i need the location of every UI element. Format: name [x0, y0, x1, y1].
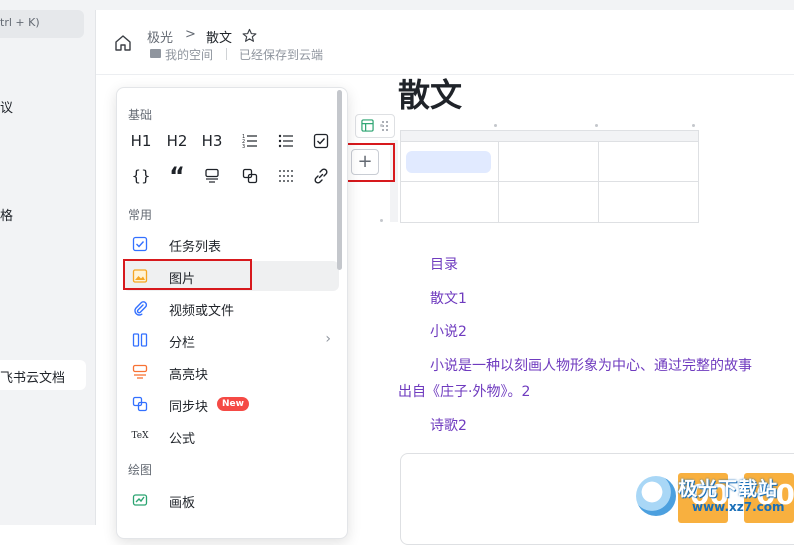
table-toolbar[interactable]	[355, 114, 395, 138]
menu-item-label: 分栏	[169, 336, 196, 351]
table-icon[interactable]	[361, 119, 374, 132]
paragraph-line[interactable]: 出自《庄子·外物》。2	[398, 381, 530, 401]
menu-item-sync-block[interactable]: 同步块 New	[123, 389, 339, 419]
bullet-list-icon[interactable]	[271, 129, 301, 153]
sync-icon[interactable]	[235, 164, 265, 188]
menu-item-columns[interactable]: 分栏 ›	[123, 325, 339, 355]
menu-section-draw: 绘图	[128, 463, 153, 477]
menu-section-common: 常用	[128, 208, 153, 222]
menu-item-label: 同步块	[169, 400, 209, 415]
highlight-block-icon	[131, 363, 149, 381]
folder-icon	[150, 49, 161, 58]
breadcrumb-root[interactable]: 极光	[147, 27, 173, 46]
resize-dot	[380, 124, 383, 127]
insert-block-menu: 基础 H1 H2 H3 123 {} “ 常用 任务列表 图片 视频或文件 分栏…	[116, 87, 348, 539]
menu-item-highlight-block[interactable]: 高亮块	[123, 357, 339, 387]
code-block-icon[interactable]: {}	[126, 164, 156, 188]
resize-dot	[380, 219, 383, 222]
space-name[interactable]: 我的空间	[165, 46, 213, 63]
task-list-icon	[131, 235, 149, 253]
checkbox-icon[interactable]	[306, 129, 336, 153]
toc-item[interactable]: 散文1	[430, 288, 467, 308]
toc-item[interactable]: 诗歌2	[430, 415, 467, 435]
formula-icon: TeX	[131, 431, 149, 441]
menu-item-whiteboard[interactable]: 画板	[123, 485, 339, 515]
table-column-handle[interactable]	[401, 131, 698, 142]
toc-item[interactable]: 小说2	[430, 321, 467, 341]
menu-scrollbar[interactable]	[337, 90, 342, 270]
header-divider	[226, 48, 227, 60]
watermark-url: www.xz7.com	[692, 500, 785, 514]
whiteboard-icon	[131, 491, 149, 509]
breadcrumb-separator: >	[185, 27, 196, 42]
svg-text:3: 3	[242, 144, 245, 149]
paragraph-line[interactable]: 小说是一种以刻画人物形象为中心、通过完整的故事	[430, 355, 752, 375]
save-status: 已经保存到云端	[239, 48, 324, 62]
heading-2-label: H2	[166, 132, 188, 150]
search-shortcut-hint: trl + K)	[0, 16, 40, 29]
link-icon[interactable]	[306, 164, 336, 188]
sidebar-item-feishu-docs[interactable]: 飞书云文档	[0, 360, 86, 390]
doc-header: 极光 > 散文 我的空间 已经保存到云端	[96, 10, 794, 75]
heading-1-icon[interactable]: H1	[126, 129, 156, 153]
sync-block-icon	[131, 395, 149, 413]
breadcrumb-current[interactable]: 散文	[206, 27, 232, 46]
menu-item-task-list[interactable]: 任务列表	[123, 229, 339, 259]
sidebar-item-label: 飞书云文档	[0, 371, 66, 386]
toc-title[interactable]: 目录	[430, 254, 458, 274]
window-top-strip	[95, 0, 794, 10]
watermark: 00 00 极光下载站 www.xz7.com	[636, 470, 794, 525]
sidebar-item-partial-3[interactable]: 格	[0, 205, 13, 224]
sidebar-item-partial-1[interactable]: 议	[0, 97, 13, 116]
resize-dot	[692, 124, 695, 127]
sidebar-item-partial-2[interactable]	[0, 170, 4, 180]
callout-icon[interactable]	[197, 164, 227, 188]
chevron-right-icon: ›	[325, 331, 331, 347]
table-cell-selected[interactable]	[406, 151, 491, 173]
new-badge: New	[217, 397, 249, 411]
resize-dot	[494, 124, 497, 127]
highlight-frame-image	[123, 259, 252, 290]
menu-item-video-or-file[interactable]: 视频或文件	[123, 293, 339, 323]
menu-item-label: 任务列表	[169, 240, 222, 255]
table[interactable]	[400, 130, 699, 223]
doc-title[interactable]: 散文	[398, 70, 462, 116]
heading-3-label: H3	[201, 132, 223, 150]
menu-item-label: 画板	[169, 496, 196, 511]
heading-1-label: H1	[130, 132, 152, 150]
table-grid-line	[401, 181, 698, 182]
resize-dot	[595, 124, 598, 127]
sidebar: trl + K) 议 格 飞书云文档	[0, 0, 96, 525]
code-block-label: {}	[131, 167, 151, 185]
menu-item-formula[interactable]: TeX 公式	[123, 421, 339, 451]
attachment-icon	[131, 299, 149, 317]
columns-icon	[131, 331, 149, 349]
menu-item-label: 公式	[169, 432, 196, 447]
star-icon[interactable]	[242, 28, 257, 43]
divider-icon[interactable]	[271, 164, 301, 188]
quote-icon[interactable]: “	[162, 162, 192, 190]
heading-3-icon[interactable]: H3	[197, 129, 227, 153]
watermark-logo-icon	[636, 476, 676, 516]
heading-2-icon[interactable]: H2	[162, 129, 192, 153]
search-box[interactable]: trl + K)	[0, 10, 84, 38]
ordered-list-icon[interactable]: 123	[235, 129, 265, 153]
menu-item-label: 视频或文件	[169, 304, 235, 319]
highlight-frame-add	[341, 143, 395, 182]
home-icon[interactable]	[114, 34, 132, 52]
menu-item-label: 高亮块	[169, 368, 209, 383]
watermark-name: 极光下载站	[678, 478, 779, 500]
menu-section-basic: 基础	[128, 108, 153, 122]
quote-label: “	[169, 162, 185, 190]
